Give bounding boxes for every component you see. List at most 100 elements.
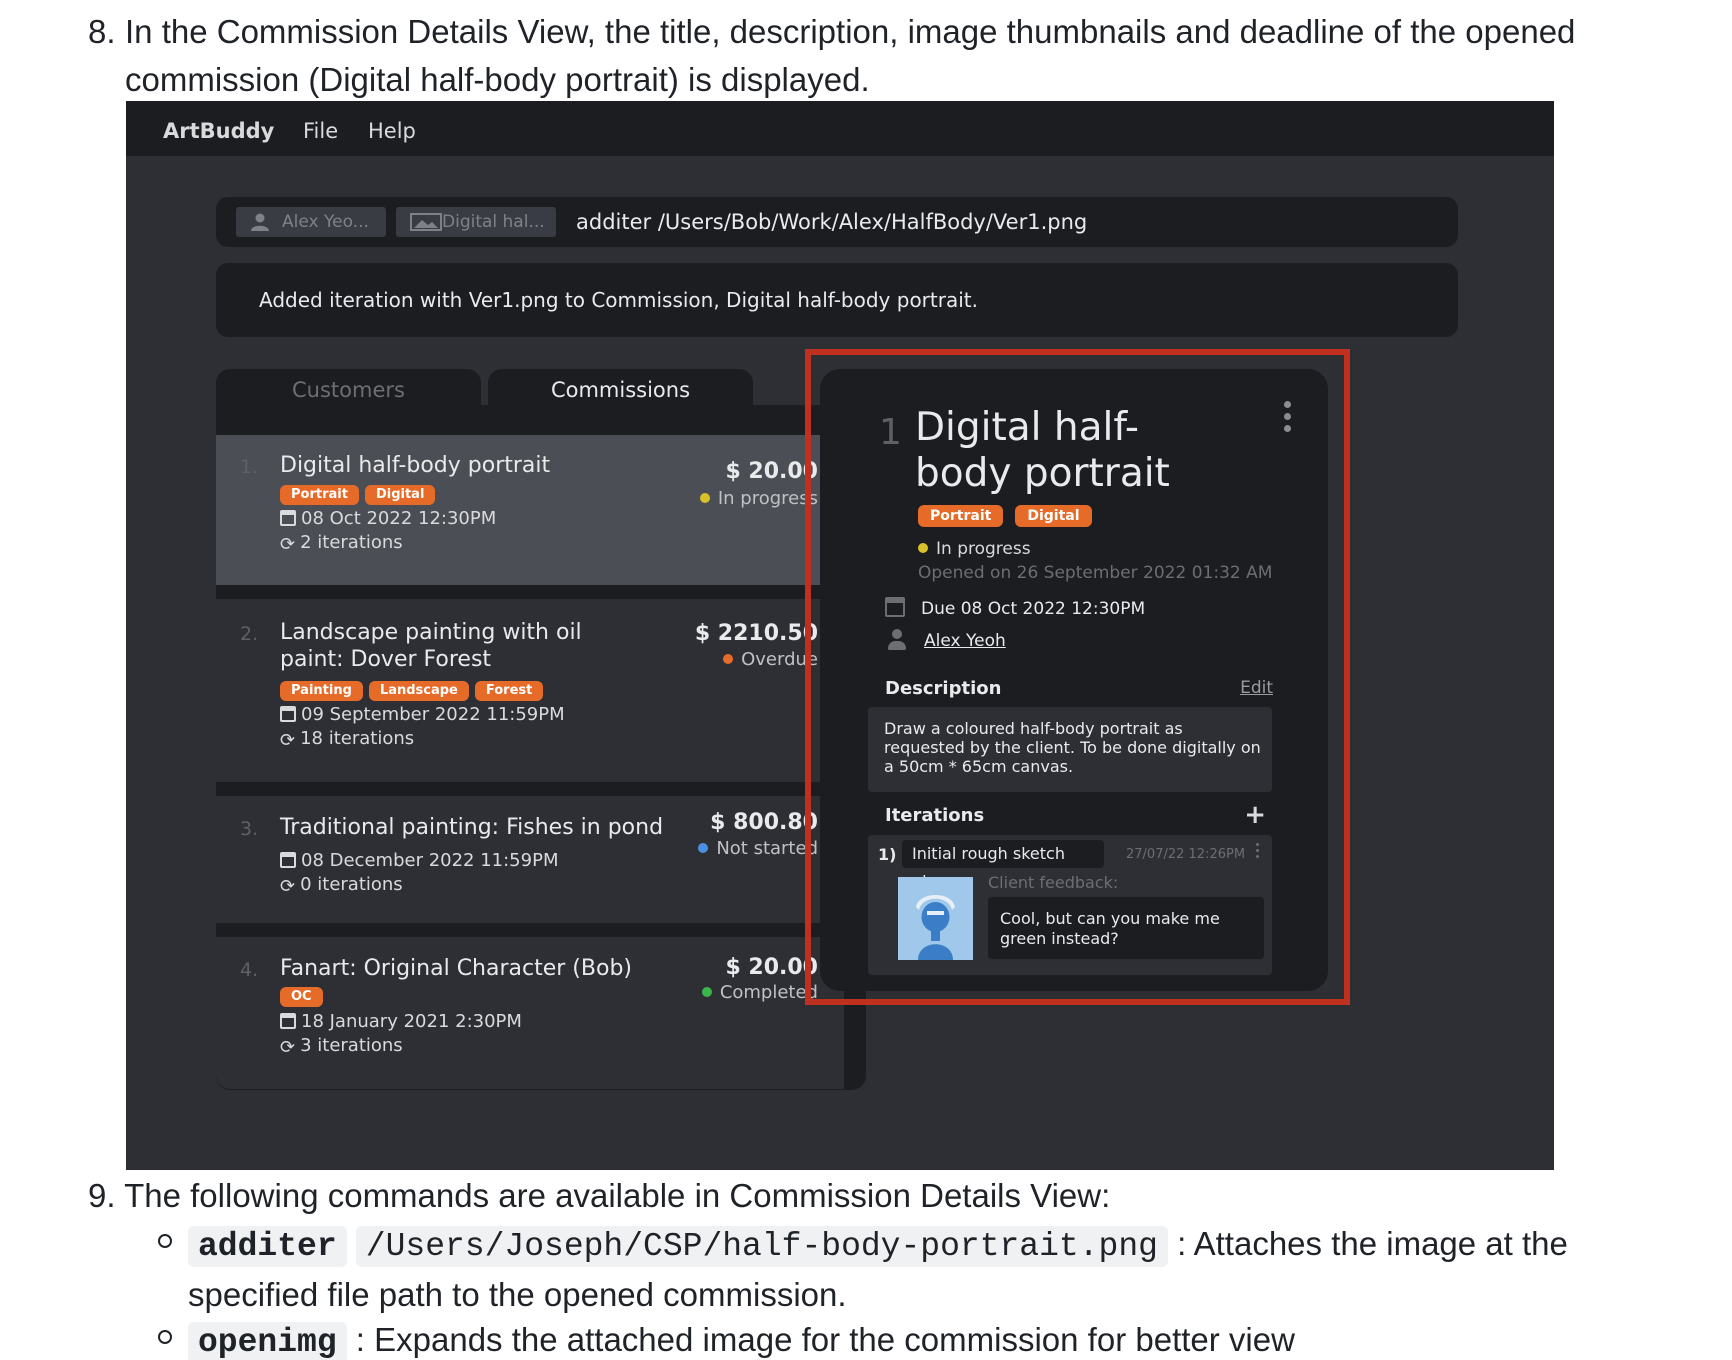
command-box[interactable]: Alex Yeo... Digital hal... additer /User… [216, 197, 1458, 247]
status-dot [699, 493, 710, 503]
menubar: ArtBuddy File Help [126, 101, 1554, 156]
iteration-number: 1) [878, 845, 897, 864]
status-dot [723, 654, 734, 664]
app-screenshot: ArtBuddy File Help Alex Yeo... Digital h… [126, 101, 1554, 1170]
status-label: In progress [717, 488, 818, 509]
tag: Digital [364, 485, 436, 505]
commission-iterations: ⟳ 18 iterations [280, 728, 414, 751]
iterations-heading: Iterations [885, 805, 985, 826]
calendar-icon [885, 597, 905, 617]
tab-customers[interactable]: Customers [216, 369, 481, 409]
step-text: The following commands are available in … [124, 1177, 1111, 1214]
add-iteration-icon[interactable]: + [1244, 800, 1266, 830]
bullet-icon [158, 1330, 172, 1344]
feedback-text: Cool, but can you make me green instead? [1000, 909, 1220, 948]
iterations-text: 18 iterations [300, 728, 415, 749]
commission-title: Fanart: Original Character (Bob) [280, 956, 632, 981]
tag: Digital [1015, 505, 1092, 527]
commission-status: Overdue [723, 649, 818, 670]
customer-chip: Alex Yeo... [236, 207, 386, 237]
commission-status: In progress [699, 488, 818, 509]
command-description: : Expands the attached image for the com… [355, 1321, 1295, 1358]
commission-index: 2. [240, 623, 259, 645]
detail-tag-list: Portrait Digital [918, 505, 1104, 527]
tag: OC [280, 987, 323, 1007]
command-item: additer /Users/Joseph/CSP/half-body-port… [158, 1220, 1608, 1319]
commission-price: $ 800.80 [710, 810, 818, 835]
commission-title: Landscape painting with oil paint: Dover… [280, 620, 582, 672]
tag-list: Portrait Digital [280, 483, 441, 505]
commission-card[interactable]: 3. Traditional painting: Fishes in pond … [216, 796, 844, 923]
command-code: openimg [188, 1322, 347, 1360]
person-icon [888, 629, 906, 651]
commission-details-view: 1 Digital half-body portrait Portrait Dig… [820, 369, 1328, 991]
step-8: 8. In the Commission Details View, the t… [88, 8, 1648, 104]
iteration-options-icon[interactable] [1256, 843, 1260, 861]
feedback-box: Cool, but can you make me green instead? [988, 897, 1264, 959]
commission-deadline: 08 December 2022 11:59PM [280, 850, 558, 871]
tag: Landscape [368, 681, 469, 701]
command-code: additer [188, 1226, 347, 1267]
result-text: Added iteration with Ver1.png to Commiss… [259, 288, 978, 312]
detail-due-date: Due 08 Oct 2022 12:30PM [921, 599, 1146, 619]
commission-card[interactable]: 2. Landscape painting with oil paint: Do… [216, 599, 844, 782]
step-number: 9. [88, 1177, 116, 1214]
commission-chip-label: Digital hal... [442, 212, 545, 232]
tag-list: Painting Landscape Forest [280, 679, 549, 701]
menu-help[interactable]: Help [368, 119, 416, 143]
description-heading: Description [885, 678, 1002, 699]
deadline-text: 18 January 2021 2:30PM [301, 1011, 522, 1032]
step-text: In the Commission Details View, the titl… [125, 13, 1576, 98]
menu-file[interactable]: File [303, 119, 338, 143]
customer-chip-label: Alex Yeo... [282, 212, 369, 232]
status-dot [701, 987, 712, 997]
person-icon [251, 213, 269, 231]
iteration-name: Initial rough sketch plan [902, 840, 1104, 891]
tag: Painting [280, 681, 363, 701]
commission-iterations: ⟳ 3 iterations [280, 1035, 403, 1058]
calendar-icon [280, 706, 296, 722]
repeat-icon: ⟳ [280, 1037, 296, 1058]
iteration-thumbnail[interactable] [898, 877, 973, 960]
commission-deadline: 09 September 2022 11:59PM [280, 704, 565, 725]
status-label: Not started [716, 838, 818, 859]
status-label: Completed [719, 982, 818, 1003]
bullet-icon [158, 1234, 172, 1248]
calendar-icon [280, 1013, 296, 1029]
commission-deadline: 18 January 2021 2:30PM [280, 1011, 522, 1032]
iteration-date: 27/07/22 12:26PM [1126, 847, 1246, 862]
commission-index: 3. [240, 818, 259, 840]
status-label: In progress [936, 539, 1031, 559]
commission-title: Traditional painting: Fishes in pond [280, 815, 664, 840]
result-display: Added iteration with Ver1.png to Commiss… [216, 263, 1458, 337]
detail-opened-date: Opened on 26 September 2022 01:32 AM [918, 563, 1273, 583]
description-box: Draw a coloured half-body portrait as re… [868, 707, 1272, 792]
deadline-text: 08 December 2022 11:59PM [301, 850, 559, 871]
commission-card[interactable]: 4. Fanart: Original Character (Bob) $ 20… [216, 937, 844, 1089]
commission-card[interactable]: 1. Digital half-body portrait $ 20.00 In… [216, 435, 844, 585]
more-options-icon[interactable] [1284, 401, 1292, 437]
iterations-text: 3 iterations [300, 1035, 403, 1056]
repeat-icon: ⟳ [280, 730, 296, 751]
detail-customer-link[interactable]: Alex Yeoh [924, 631, 1006, 651]
commission-iterations: ⟳ 0 iterations [280, 874, 403, 897]
description-text: Draw a coloured half-body portrait as re… [884, 719, 1261, 776]
step-number: 8. [88, 13, 116, 50]
iterations-text: 2 iterations [300, 532, 403, 553]
commission-deadline: 08 Oct 2022 12:30PM [280, 508, 496, 529]
step-9: 9. The following commands are available … [88, 1172, 1110, 1220]
command-item: openimg : Expands the attached image for… [158, 1316, 1608, 1360]
tab-commissions[interactable]: Commissions [488, 369, 753, 409]
commission-iterations: ⟳ 2 iterations [280, 532, 403, 555]
commission-chip: Digital hal... [396, 207, 556, 237]
command-input[interactable]: additer /Users/Bob/Work/Alex/HalfBody/Ve… [576, 210, 1087, 234]
detail-status: In progress [918, 539, 1031, 559]
repeat-icon: ⟳ [280, 534, 296, 555]
calendar-icon [280, 510, 296, 526]
status-dot [918, 543, 928, 553]
detail-index: 1 [879, 412, 902, 453]
app-name: ArtBuddy [163, 119, 275, 143]
edit-description-link[interactable]: Edit [1240, 678, 1273, 698]
commission-index: 1. [240, 456, 259, 478]
tag: Forest [474, 681, 544, 701]
